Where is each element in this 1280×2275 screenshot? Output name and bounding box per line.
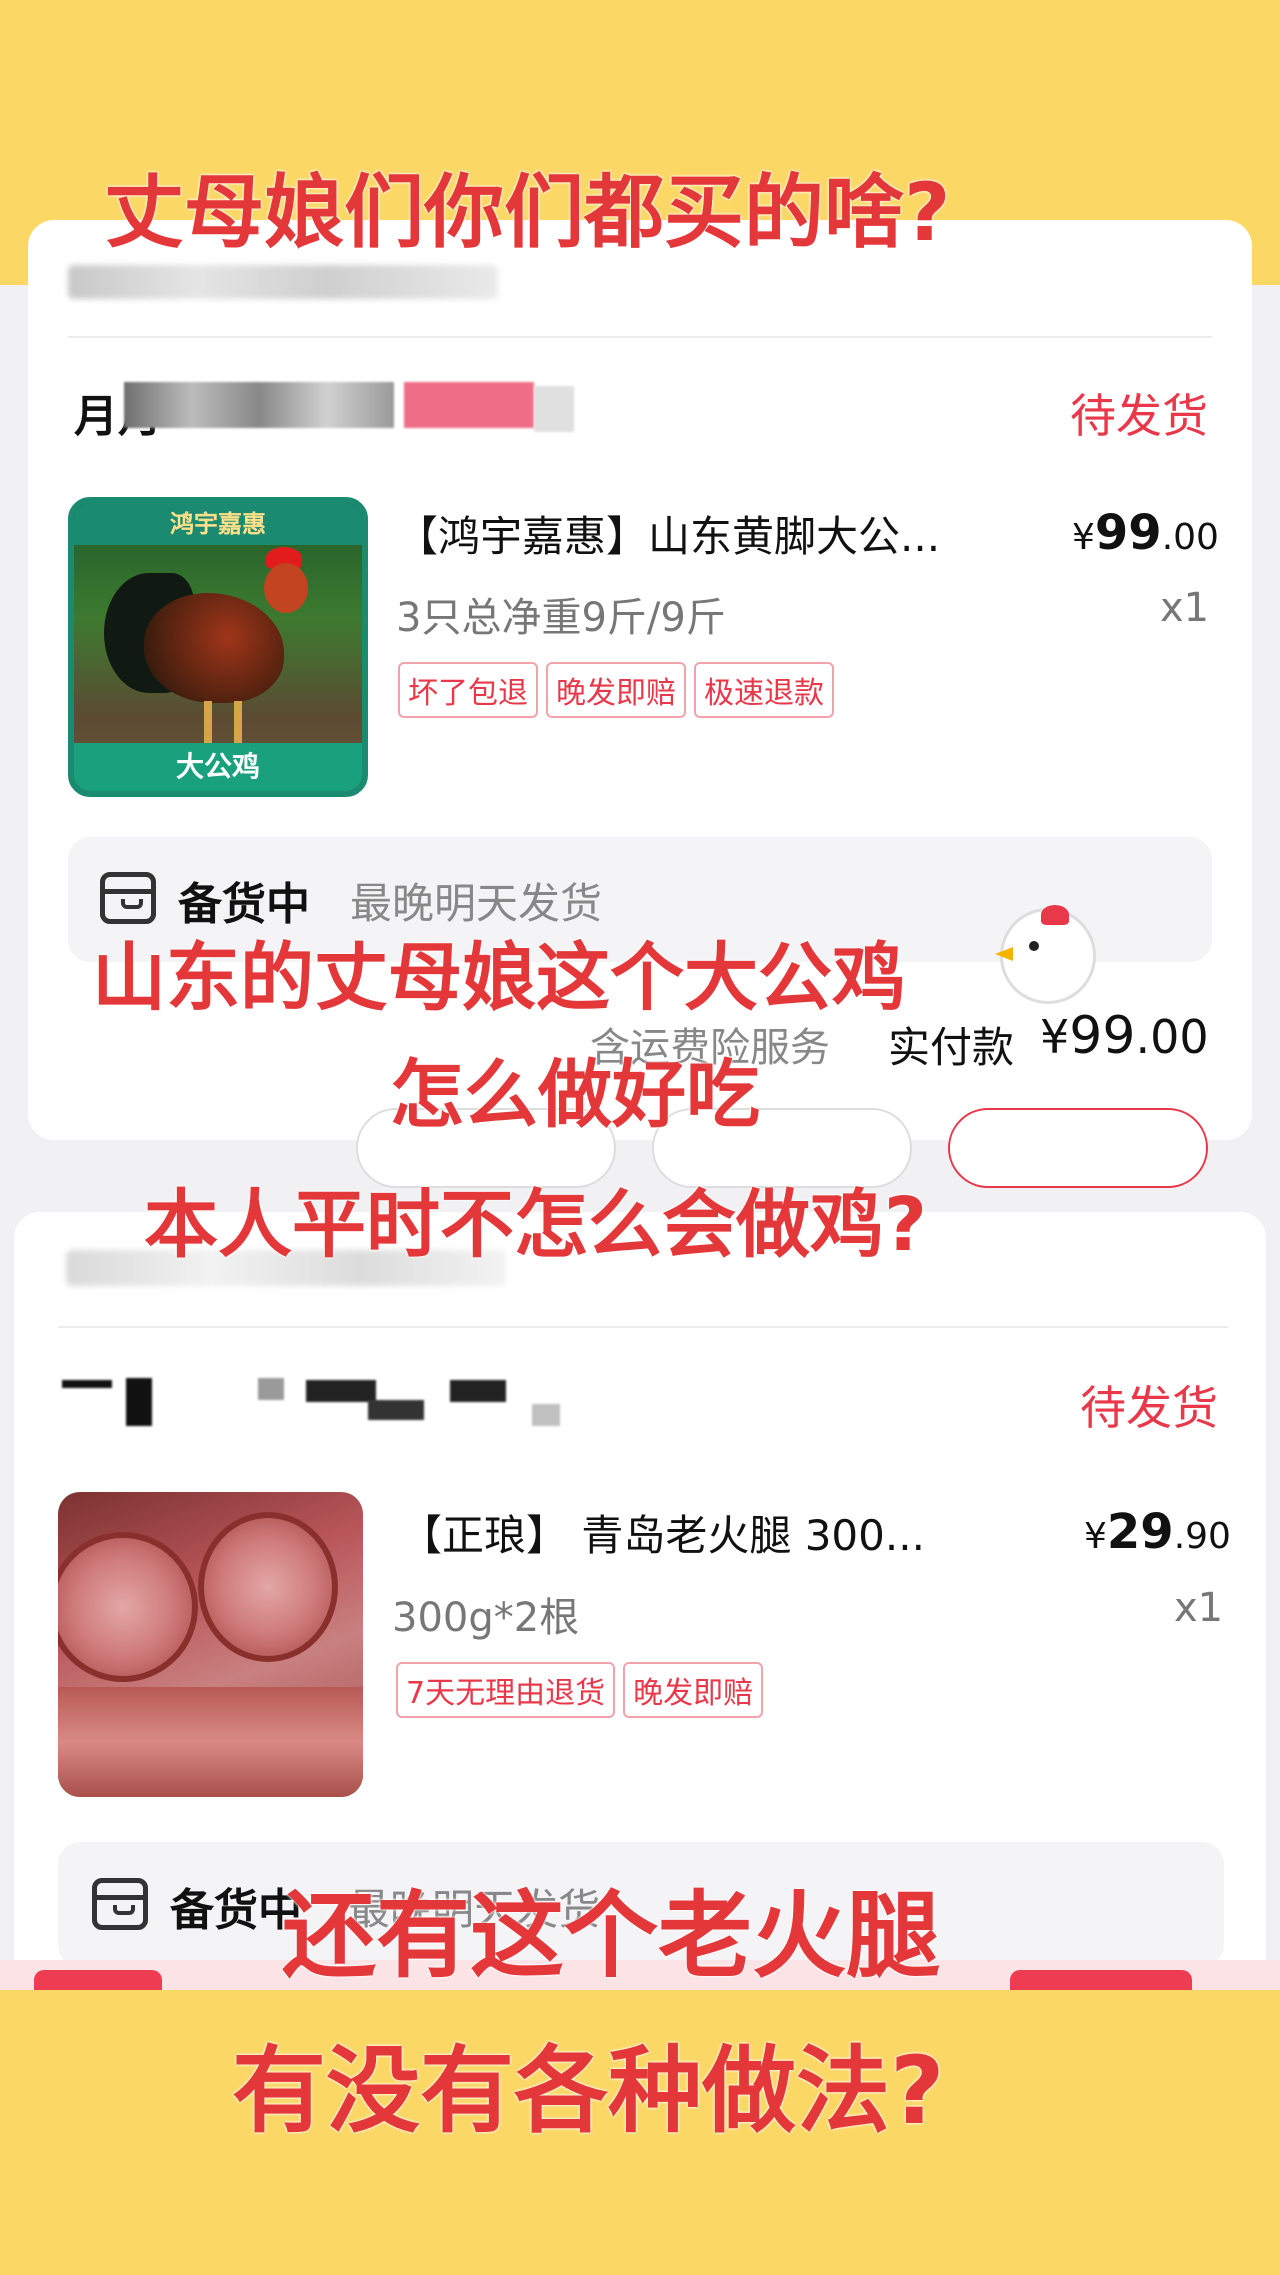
ham-log	[58, 1687, 363, 1797]
paid-symbol: ¥	[1040, 1010, 1070, 1064]
redacted-shop-name	[534, 386, 574, 432]
product-spec: 300g*2根	[392, 1595, 580, 1641]
ham-slice	[198, 1512, 338, 1662]
paid-decimal: .00	[1135, 1010, 1209, 1064]
caption-bottom-line-2: 有没有各种做法?	[232, 2037, 945, 2146]
redacted-shop-name	[258, 1378, 284, 1400]
caption-middle-line-1: 山东的丈母娘这个大公鸡	[92, 935, 906, 1021]
product-quantity: x1	[1160, 585, 1210, 631]
divider	[68, 336, 1212, 338]
service-badges: 7天无理由退货 晚发即赔	[396, 1662, 764, 1718]
order-status: 待发货	[1070, 389, 1208, 443]
redacted-shop-name	[124, 382, 394, 428]
caption-top: 丈母娘们你们都买的啥?	[104, 166, 951, 259]
caption-bottom-line-1: 还有这个老火腿	[282, 1882, 941, 1991]
redacted-shop-name	[450, 1380, 506, 1402]
product-price: ¥99.00	[1072, 505, 1219, 561]
order-primary-action-button[interactable]	[948, 1108, 1208, 1188]
service-badge: 7天无理由退货	[396, 1662, 616, 1718]
package-box-icon	[92, 1878, 148, 1930]
service-badge: 极速退款	[694, 662, 834, 718]
product-price: ¥29.90	[1084, 1504, 1231, 1560]
blurred-recommend-text	[68, 265, 498, 299]
caption-middle-line-3: 本人平时不怎么会做鸡?	[144, 1182, 927, 1268]
price-decimal: .00	[1161, 517, 1219, 558]
product-image-brand-tag: 鸿宇嘉惠	[74, 503, 362, 545]
price-symbol: ¥	[1084, 1516, 1107, 1557]
redacted-shop-name	[404, 382, 534, 428]
caption-middle-line-2: 怎么做好吃	[390, 1052, 760, 1138]
redacted-shop-name	[306, 1380, 376, 1402]
redacted-shop-name	[62, 1380, 112, 1388]
product-title[interactable]: 【正琅】 青岛老火腿 300...	[400, 1502, 925, 1563]
redacted-shop-name	[126, 1378, 152, 1426]
product-image-ham[interactable]	[58, 1492, 363, 1797]
service-badges: 坏了包退 晚发即赔 极速退款	[398, 662, 834, 718]
paid-amount: ¥99.00	[1040, 1006, 1209, 1066]
redacted-shop-name	[532, 1404, 560, 1426]
product-spec: 3只总净重9斤/9斤	[396, 595, 726, 641]
service-badge: 晚发即赔	[546, 662, 686, 718]
product-title[interactable]: 【鸿宇嘉惠】山东黄脚大公...	[396, 503, 940, 564]
paid-label: 实付款	[888, 1023, 1015, 1072]
chicken-comb	[1041, 905, 1069, 925]
ham-slice	[58, 1532, 198, 1682]
price-integer: 29	[1106, 1504, 1174, 1560]
product-quantity: x1	[1174, 1585, 1224, 1631]
chicken-eye	[1029, 941, 1039, 951]
price-symbol: ¥	[1072, 517, 1095, 558]
rooster-head	[264, 563, 308, 613]
service-badge: 坏了包退	[398, 662, 538, 718]
price-integer: 99	[1094, 505, 1162, 561]
chicken-emoji-icon	[995, 905, 1096, 1004]
price-decimal: .90	[1173, 1516, 1231, 1557]
service-badge: 晚发即赔	[623, 1662, 764, 1718]
product-image-label: 大公鸡	[74, 743, 362, 791]
redacted-shop-name	[368, 1400, 424, 1420]
paid-integer: 99	[1069, 1006, 1136, 1066]
product-image-rooster[interactable]: 鸿宇嘉惠 大公鸡	[68, 497, 368, 797]
package-box-icon	[100, 872, 156, 924]
rooster-body	[144, 593, 284, 703]
divider	[58, 1326, 1228, 1328]
order-status: 待发货	[1080, 1381, 1218, 1435]
